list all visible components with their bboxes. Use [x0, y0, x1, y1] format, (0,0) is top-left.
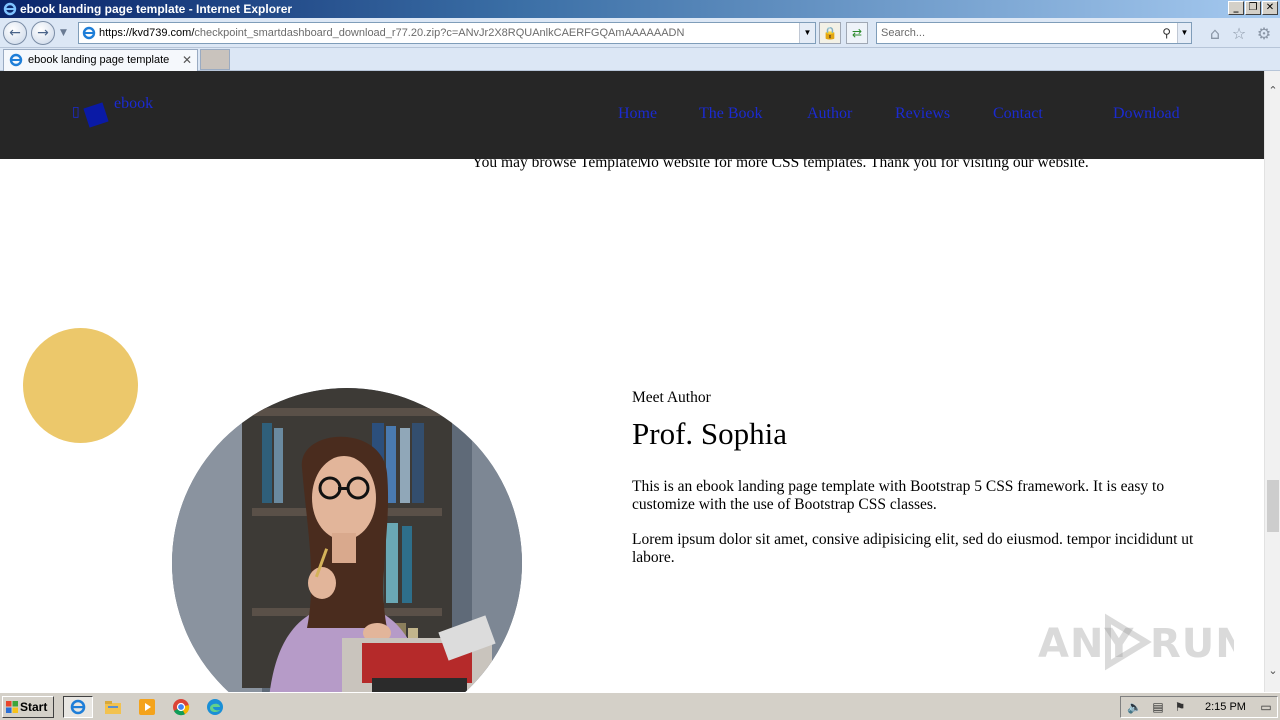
tab-title: ebook landing page template	[28, 54, 170, 66]
taskbar-ie-icon[interactable]	[63, 696, 93, 718]
network-icon[interactable]: ▤	[1151, 700, 1165, 714]
tab-ie-icon	[9, 53, 23, 67]
maximize-button[interactable]: ❐	[1245, 1, 1261, 15]
scroll-thumb[interactable]	[1267, 480, 1279, 532]
start-button[interactable]: Start	[2, 696, 54, 718]
windows-flag-icon	[6, 701, 18, 713]
brand-name: ebook	[114, 95, 154, 112]
vertical-scrollbar[interactable]: ⌃ ⌄	[1264, 71, 1280, 692]
window-title-bar: ebook landing page template - Internet E…	[0, 0, 1280, 18]
close-tab-icon[interactable]: ✕	[182, 50, 192, 70]
search-input[interactable]: Search... ⚲ ▼	[876, 22, 1192, 44]
search-placeholder: Search...	[881, 27, 926, 39]
address-dropdown-icon[interactable]: ▼	[799, 23, 815, 43]
taskbar: Start 🔈 ▤ ⚑ 2:15 PM ▭	[0, 692, 1280, 720]
system-tray: 🔈 ▤ ⚑ 2:15 PM ▭	[1120, 696, 1278, 718]
url-path: checkpoint_smartdashboard_download_r77.2…	[194, 27, 685, 39]
address-bar[interactable]: https://kvd739.com/checkpoint_smartdashb…	[78, 22, 816, 44]
refresh-icon[interactable]: ⇄	[846, 22, 868, 44]
back-icon[interactable]: ←	[3, 21, 27, 45]
volume-icon[interactable]: 🔈	[1127, 700, 1142, 714]
file-explorer-icon[interactable]	[104, 698, 122, 716]
author-kicker: Meet Author	[632, 389, 711, 406]
anyrun-watermark: ANY RUN	[1038, 611, 1249, 683]
missing-glyph-icon: ▯	[72, 105, 80, 120]
tab-strip: ebook landing page template ✕	[0, 48, 1280, 71]
page-ie-icon	[82, 26, 96, 40]
site-navbar: ▯ ebook Home The Book Author Reviews Con…	[0, 71, 1264, 159]
media-player-icon[interactable]	[138, 698, 156, 716]
decorative-circle	[23, 328, 138, 443]
internet-explorer-icon	[3, 2, 17, 16]
nav-link-home[interactable]: Home	[618, 105, 657, 123]
book-icon	[83, 102, 109, 128]
page-viewport: tokito ▯ ebook Home The Book Author Revi…	[0, 71, 1264, 692]
author-paragraph-1: This is an ebook landing page template w…	[632, 478, 1165, 513]
scroll-down-icon[interactable]: ⌄	[1265, 663, 1280, 679]
lock-icon[interactable]: 🔒	[819, 22, 841, 44]
author-photo	[172, 388, 522, 692]
scroll-up-icon[interactable]: ⌃	[1265, 83, 1280, 99]
nav-link-the-book[interactable]: The Book	[699, 105, 763, 123]
tools-gear-icon[interactable]: ⚙	[1255, 25, 1273, 43]
edge-icon[interactable]	[206, 698, 224, 716]
nav-link-download[interactable]: Download	[1113, 105, 1180, 123]
action-center-flag-icon[interactable]: ⚑	[1173, 700, 1187, 714]
nav-link-author[interactable]: Author	[807, 105, 852, 123]
url-domain: https://kvd739.com/	[99, 27, 195, 39]
forward-icon[interactable]: →	[31, 21, 55, 45]
browser-toolbar: ← → ▼ https://kvd739.com/checkpoint_smar…	[0, 18, 1280, 48]
author-name: Prof. Sophia	[632, 416, 787, 451]
clock[interactable]: 2:15 PM	[1205, 697, 1246, 717]
window-title: ebook landing page template - Internet E…	[20, 2, 293, 16]
minimize-button[interactable]: _	[1228, 1, 1244, 15]
close-window-button[interactable]: ✕	[1262, 1, 1278, 15]
author-paragraph-2: Lorem ipsum dolor sit amet, consive adip…	[632, 531, 1194, 566]
chrome-icon[interactable]	[172, 698, 190, 716]
home-icon[interactable]: ⌂	[1206, 25, 1224, 43]
nav-link-contact[interactable]: Contact	[993, 105, 1043, 123]
new-tab-button[interactable]	[200, 49, 230, 70]
search-icon[interactable]: ⚲	[1162, 23, 1171, 43]
search-dropdown-icon[interactable]: ▼	[1177, 23, 1191, 43]
nav-link-reviews[interactable]: Reviews	[895, 105, 950, 123]
start-label: Start	[20, 700, 48, 714]
favorites-star-icon[interactable]: ☆	[1230, 25, 1248, 43]
tab-ebook[interactable]: ebook landing page template ✕	[3, 49, 198, 71]
show-desktop-icon[interactable]: ▭	[1259, 700, 1273, 714]
history-dropdown-icon[interactable]: ▼	[60, 28, 70, 38]
svg-text:RUN: RUN	[1150, 621, 1234, 667]
